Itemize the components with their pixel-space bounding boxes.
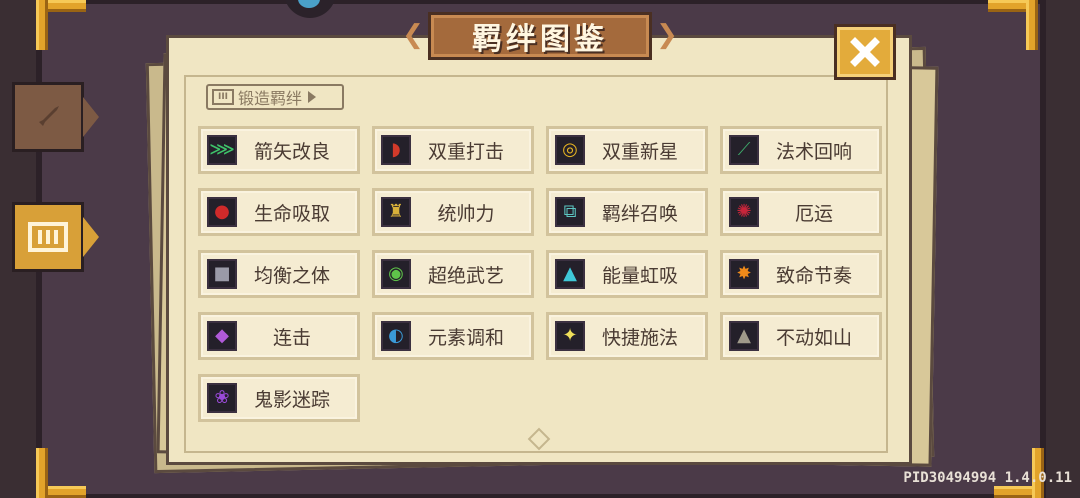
bond-card[interactable]: ✸ 致命节奏: [720, 250, 882, 298]
title-ornament-right: ❯: [656, 20, 678, 50]
bond-label: 鬼影迷踪: [253, 388, 330, 411]
explosion-icon: ✸: [729, 259, 759, 289]
bond-card[interactable]: ◐ 元素调和: [372, 312, 534, 360]
title-ornament-left: ❮: [402, 20, 424, 50]
golden-trophy-icon: ♜: [381, 197, 411, 227]
bond-label: 双重打击: [427, 140, 504, 163]
bond-card[interactable]: ✦ 快捷施法: [546, 312, 708, 360]
close-icon: [850, 37, 880, 67]
summon-card-icon: ⧉: [555, 197, 585, 227]
red-skull-icon: ●: [207, 197, 237, 227]
sword-icon: [37, 106, 59, 128]
bond-card[interactable]: ▲ 能量虹吸: [546, 250, 708, 298]
bond-card[interactable]: ✺ 厄运: [720, 188, 882, 236]
bond-label: 生命吸取: [253, 202, 330, 225]
bond-label: 厄运: [794, 202, 833, 225]
bond-label: 箭矢改良: [253, 140, 330, 163]
bond-icon: [28, 222, 68, 252]
forge-bond-button[interactable]: III 锻造羁绊: [206, 84, 344, 110]
bond-label: 元素调和: [427, 326, 504, 349]
purple-crystal-icon: ◆: [207, 321, 237, 351]
cyan-potion-icon: ▲: [555, 259, 585, 289]
staff-icon: ⟋: [729, 135, 759, 165]
bond-card[interactable]: ■ 均衡之体: [198, 250, 360, 298]
bond-label: 快捷施法: [601, 326, 678, 349]
arrow-right-icon: [308, 91, 317, 103]
bond-label: 羁绊召唤: [601, 202, 678, 225]
bond-label: 超绝武艺: [427, 264, 504, 287]
page-title: 羁绊图鉴: [472, 22, 608, 57]
bond-card[interactable]: ⟋ 法术回响: [720, 126, 882, 174]
bond-label: 法术回响: [775, 140, 852, 163]
bond-card[interactable]: ⧉ 羁绊召唤: [546, 188, 708, 236]
bond-label: 统帅力: [437, 202, 495, 225]
bond-card[interactable]: ⋙ 箭矢改良: [198, 126, 360, 174]
build-info: PID30494994 1.4.0.11: [903, 470, 1072, 486]
bond-card[interactable]: ❀ 鬼影迷踪: [198, 374, 360, 422]
bond-card[interactable]: ◆ 连击: [198, 312, 360, 360]
lightbulb-icon: ✦: [555, 321, 585, 351]
corner-bracket-top-right: [988, 0, 1038, 50]
bond-label: 不动如山: [775, 326, 852, 349]
grey-armor-icon: ■: [207, 259, 237, 289]
element-orbs-icon: ◐: [381, 321, 411, 351]
bond-card[interactable]: ● 生命吸取: [198, 188, 360, 236]
mountain-rock-icon: ▲: [729, 321, 759, 351]
bond-label: 能量虹吸: [601, 264, 678, 287]
close-button[interactable]: [834, 24, 896, 80]
arrows-icon: ⋙: [207, 135, 237, 165]
bond-card[interactable]: ◗ 双重打击: [372, 126, 534, 174]
bond-grid: ⋙ 箭矢改良 ◗ 双重打击 ◎ 双重新星 ⟋ 法术回响 ● 生命吸取 ♜ 统帅力 ⧉ 羁绊召唤 ✺ 厄运 ■ 均衡…: [198, 126, 882, 422]
bond-small-icon: III: [212, 89, 234, 105]
bond-label: 连击: [272, 326, 311, 349]
side-tab-bond[interactable]: [12, 202, 99, 272]
green-shield-icon: ◉: [381, 259, 411, 289]
bond-label: 均衡之体: [253, 264, 330, 287]
red-bow-icon: ◗: [381, 135, 411, 165]
ghost-icon: ❀: [207, 383, 237, 413]
bond-card[interactable]: ◉ 超绝武艺: [372, 250, 534, 298]
corner-bracket-top-left: [36, 0, 86, 50]
forge-bond-label: 锻造羁绊: [238, 89, 303, 108]
bond-label: 双重新星: [601, 140, 678, 163]
title-banner: ❮ ❯ 羁绊图鉴: [398, 8, 682, 64]
corner-bracket-bottom-left: [36, 448, 86, 498]
red-swirl-icon: ✺: [729, 197, 759, 227]
bond-card[interactable]: ♜ 统帅力: [372, 188, 534, 236]
bond-card[interactable]: ▲ 不动如山: [720, 312, 882, 360]
golden-ring-icon: ◎: [555, 135, 585, 165]
bond-card[interactable]: ◎ 双重新星: [546, 126, 708, 174]
board-edge-right: [1040, 0, 1046, 498]
side-tab-weapon[interactable]: [12, 82, 99, 152]
bond-label: 致命节奏: [775, 264, 852, 287]
